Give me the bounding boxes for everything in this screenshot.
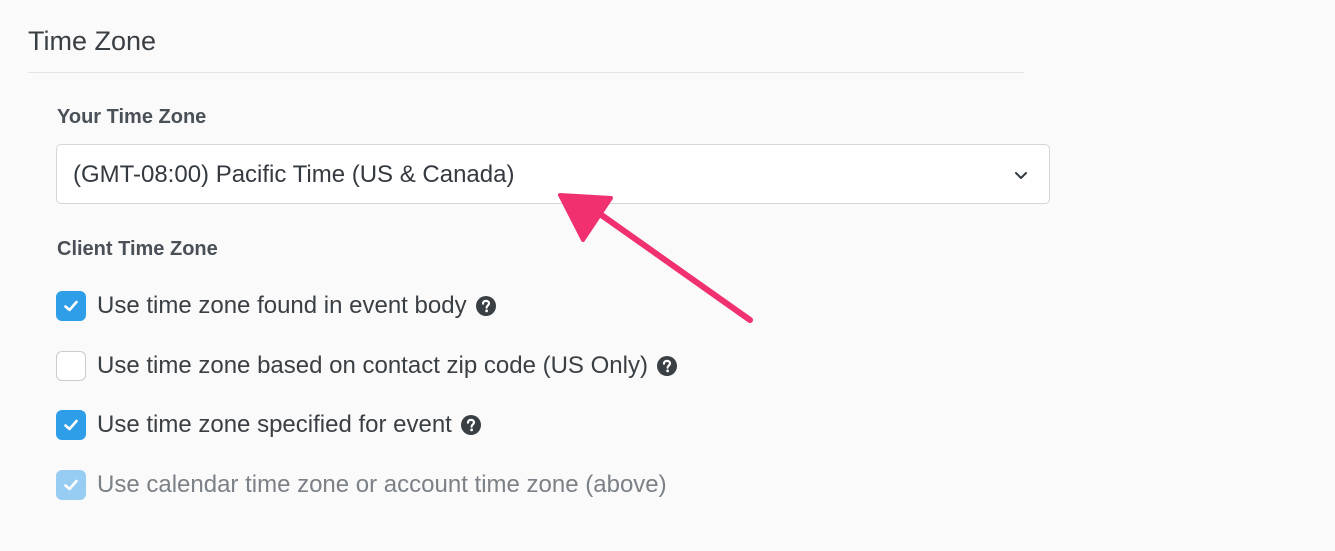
question-circle-icon[interactable] xyxy=(460,414,482,436)
time-zone-select-value: (GMT-08:00) Pacific Time (US & Canada) xyxy=(73,161,515,188)
chevron-down-icon xyxy=(1015,172,1027,179)
option-label: Use time zone found in event body xyxy=(97,292,467,319)
option-contact-zip-code[interactable]: Use time zone based on contact zip code … xyxy=(56,350,678,382)
question-circle-icon[interactable] xyxy=(656,355,678,377)
section-title: Time Zone xyxy=(28,26,157,56)
checkmark-icon xyxy=(64,419,78,431)
client-time-zone-label: Client Time Zone xyxy=(57,238,218,260)
calendar-or-account-checkbox xyxy=(56,470,86,500)
option-label: Use calendar time zone or account time z… xyxy=(97,471,667,498)
contact-zip-code-checkbox[interactable] xyxy=(56,351,86,381)
question-circle-icon[interactable] xyxy=(475,295,497,317)
section-divider xyxy=(28,72,1024,73)
option-label: Use time zone based on contact zip code … xyxy=(97,352,648,379)
option-specified-for-event[interactable]: Use time zone specified for event xyxy=(56,409,482,441)
event-body-checkbox[interactable] xyxy=(56,291,86,321)
option-calendar-or-account: Use calendar time zone or account time z… xyxy=(56,469,667,501)
checkmark-icon xyxy=(64,300,78,312)
option-label: Use time zone specified for event xyxy=(97,411,452,438)
checkmark-icon xyxy=(64,479,78,491)
time-zone-settings-panel: Time Zone Your Time Zone (GMT-08:00) Pac… xyxy=(0,0,1335,551)
your-time-zone-label: Your Time Zone xyxy=(57,106,207,128)
option-event-body[interactable]: Use time zone found in event body xyxy=(56,290,497,322)
specified-for-event-checkbox[interactable] xyxy=(56,410,86,440)
time-zone-select[interactable]: (GMT-08:00) Pacific Time (US & Canada) xyxy=(56,144,1050,204)
